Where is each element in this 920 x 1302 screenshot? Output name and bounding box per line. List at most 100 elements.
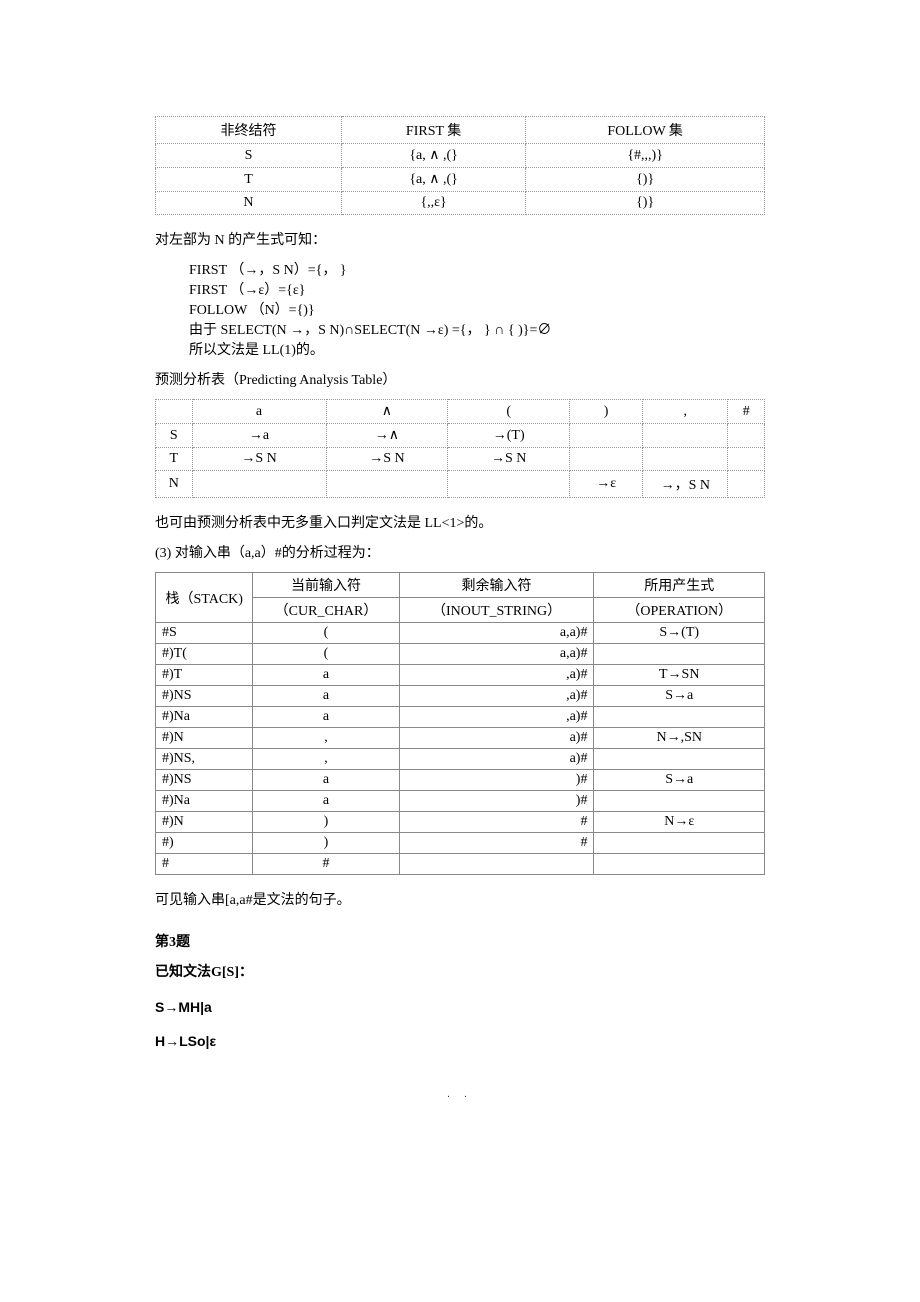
table-row-cell (399, 854, 594, 875)
input-analysis-title: (3) 对输入串（a,a）#的分析过程为： (155, 542, 765, 562)
table-row-cell: #)NS (156, 686, 253, 707)
t2-h1: a (192, 400, 326, 424)
table-row-cell: ,a)# (399, 665, 594, 686)
table-row-cell: a (253, 770, 399, 791)
table-row-cell: ,a)# (399, 686, 594, 707)
t3-h1: 栈（STACK) (156, 573, 253, 623)
question-3-title: 第3题 (155, 931, 765, 951)
t2-h4: ) (570, 400, 643, 424)
table-row-cell: N→,SN (594, 728, 765, 749)
t3-h2a: 当前输入符 (253, 573, 399, 598)
table-row-cell: , (253, 728, 399, 749)
t2-r2c5 (643, 448, 728, 471)
t1-h2: FIRST 集 (341, 117, 525, 144)
table-row-cell: a)# (399, 728, 594, 749)
t2-r3c6 (728, 471, 765, 498)
follow-line: FOLLOW （N）={)} (155, 299, 765, 319)
select-line: 由于 SELECT(N →，S N)∩SELECT(N →ε) ={， } ∩ … (155, 319, 765, 339)
predicting-analysis-table: a ∧ ( ) , # S →a →∧ →(T) T →S N →S N →S … (155, 399, 765, 498)
t2-r3c2 (326, 471, 448, 498)
t2-h0 (156, 400, 193, 424)
t3-h4a: 所用产生式 (594, 573, 765, 598)
t2-r3c1 (192, 471, 326, 498)
table-row-cell: S→(T) (594, 623, 765, 644)
table-row-cell: #)Na (156, 707, 253, 728)
first-follow-table: 非终结符 FIRST 集 FOLLOW 集 S {a, ∧ ,(} {#,,,)… (155, 116, 765, 215)
t2-r2c4 (570, 448, 643, 471)
page: 非终结符 FIRST 集 FOLLOW 集 S {a, ∧ ,(} {#,,,)… (0, 0, 920, 1160)
t2-h3: ( (448, 400, 570, 424)
sentence-conclusion: 可见输入串[a,a#是文法的句子。 (155, 889, 765, 909)
table-row-cell: a (253, 791, 399, 812)
table-row-cell: a,a)# (399, 623, 594, 644)
table-row-cell: a (253, 686, 399, 707)
table-row-cell (594, 707, 765, 728)
table-row-cell: #)T (156, 665, 253, 686)
t3-h3b: （INOUT_STRING） (399, 598, 594, 623)
table-row-cell: N→ε (594, 812, 765, 833)
table-row-cell: S→a (594, 686, 765, 707)
analysis-trace-table: 栈（STACK) 当前输入符 剩余输入符 所用产生式 （CUR_CHAR） （I… (155, 572, 765, 875)
table-row-cell: #)NS (156, 770, 253, 791)
t1-h1: 非终结符 (156, 117, 342, 144)
predict-table-title: 预测分析表（Predicting Analysis Table） (155, 369, 765, 389)
t1-r1c1: S (156, 144, 342, 168)
table-row-cell: #)N (156, 728, 253, 749)
no-multi-entry: 也可由预测分析表中无多重入口判定文法是 LL<1>的。 (155, 512, 765, 532)
first-line-2: FIRST （→ε）={ε} (155, 279, 765, 299)
t1-r2c2: {a, ∧ ,(} (341, 168, 525, 192)
table-row-cell (594, 749, 765, 770)
table-row-cell: ( (253, 623, 399, 644)
t2-r1c4 (570, 424, 643, 448)
grammar-intro: 已知文法G[S]： (155, 961, 765, 981)
t1-r3c2: {,,ε} (341, 192, 525, 215)
table-row-cell: # (399, 833, 594, 854)
para-left-n: 对左部为 N 的产生式可知： (155, 229, 765, 249)
table-row-cell: # (253, 854, 399, 875)
t2-h5: , (643, 400, 728, 424)
table-row-cell: )# (399, 770, 594, 791)
table-row-cell: a (253, 707, 399, 728)
t2-r2c0: T (156, 448, 193, 471)
table-row-cell: #)NS, (156, 749, 253, 770)
table-row-cell: )# (399, 791, 594, 812)
table-row-cell: #) (156, 833, 253, 854)
t1-r1c2: {a, ∧ ,(} (341, 144, 525, 168)
t1-r3c3: {)} (526, 192, 765, 215)
table-row-cell: # (156, 854, 253, 875)
t2-r1c3: →(T) (448, 424, 570, 448)
t2-r3c5: →，S N (643, 471, 728, 498)
t2-r3c3 (448, 471, 570, 498)
table-row-cell: T→SN (594, 665, 765, 686)
table-row-cell: a)# (399, 749, 594, 770)
table-row-cell: #S (156, 623, 253, 644)
t2-r1c2: →∧ (326, 424, 448, 448)
t2-r1c6 (728, 424, 765, 448)
table-row-cell: , (253, 749, 399, 770)
t2-r1c1: →a (192, 424, 326, 448)
t2-r1c0: S (156, 424, 193, 448)
t3-h3a: 剩余输入符 (399, 573, 594, 598)
t1-h3: FOLLOW 集 (526, 117, 765, 144)
table-row-cell: S→a (594, 770, 765, 791)
table-row-cell: #)T( (156, 644, 253, 665)
t2-h2: ∧ (326, 400, 448, 424)
table-row-cell (594, 854, 765, 875)
t2-r3c4: →ε (570, 471, 643, 498)
t1-r1c3: {#,,,)} (526, 144, 765, 168)
table-row-cell: ) (253, 833, 399, 854)
t3-h2b: （CUR_CHAR） (253, 598, 399, 623)
t2-r3c0: N (156, 471, 193, 498)
t2-r1c5 (643, 424, 728, 448)
t2-r2c3: →S N (448, 448, 570, 471)
table-row-cell: ( (253, 644, 399, 665)
grammar-h: H→LSo|ε (155, 1033, 765, 1049)
t1-r2c3: {)} (526, 168, 765, 192)
t2-r2c6 (728, 448, 765, 471)
page-footer: . . (155, 1089, 765, 1100)
table-row-cell: a,a)# (399, 644, 594, 665)
t1-r3c1: N (156, 192, 342, 215)
table-row-cell: #)N (156, 812, 253, 833)
table-row-cell (594, 833, 765, 854)
table-row-cell: #)Na (156, 791, 253, 812)
